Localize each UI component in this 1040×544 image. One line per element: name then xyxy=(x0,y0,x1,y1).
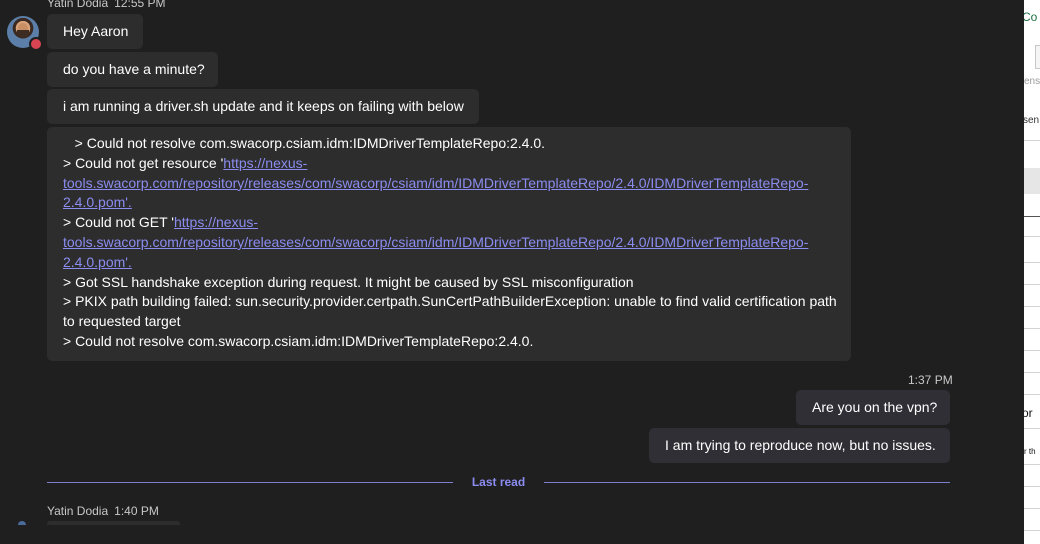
last-read-label: Last read xyxy=(471,475,526,489)
background-spreadsheet-window[interactable]: Co ens sen or r th xyxy=(1024,0,1040,544)
log-text: > Could not GET ' xyxy=(63,214,174,231)
message-bubble-partial[interactable] xyxy=(47,521,180,525)
nexus-link[interactable]: https://nexus- xyxy=(174,214,258,230)
log-line: to requested target xyxy=(63,313,181,330)
log-text: > Could not get resource ' xyxy=(63,154,224,171)
log-line: 2.4.0.pom'. xyxy=(63,253,835,273)
log-line: > PKIX path building failed: sun.securit… xyxy=(63,293,837,310)
nexus-link[interactable]: 2.4.0.pom'. xyxy=(63,194,132,210)
log-line: > Could not resolve com.swacorp.csiam.id… xyxy=(63,332,534,349)
message-timestamp: 1:40 PM xyxy=(114,504,159,518)
message-group-header: Yatin Dodia 12:55 PM xyxy=(47,0,166,10)
presence-busy-icon xyxy=(29,37,43,51)
sender-name: Yatin Dodia xyxy=(47,504,109,518)
grid-line xyxy=(1024,508,1040,509)
message-text: I am trying to reproduce now, but no iss… xyxy=(665,437,936,453)
nexus-link[interactable]: https://nexus- xyxy=(223,155,307,171)
grid-line xyxy=(1024,236,1040,237)
nexus-link[interactable]: 2.4.0.pom'. xyxy=(63,254,132,270)
message-text: do you have a minute? xyxy=(63,61,205,77)
message-bubble[interactable]: do you have a minute? xyxy=(47,52,218,87)
chat-pane: Yatin Dodia 12:55 PM Hey Aaron do you hav… xyxy=(0,0,1024,544)
message-text: i am running a driver.sh update and it k… xyxy=(63,98,464,114)
my-message-bubble[interactable]: I am trying to reproduce now, but no iss… xyxy=(649,428,950,463)
grid-line xyxy=(1024,428,1040,429)
spreadsheet-text: Co xyxy=(1024,10,1038,24)
last-read-divider: Last read xyxy=(47,475,950,489)
sender-name: Yatin Dodia xyxy=(47,0,109,10)
nexus-link[interactable]: tools.swacorp.com/repository/releases/co… xyxy=(63,234,808,250)
divider-line-right xyxy=(544,482,950,483)
log-line: tools.swacorp.com/repository/releases/co… xyxy=(63,174,835,194)
avatar-beard xyxy=(17,30,29,38)
spreadsheet-text: sen xyxy=(1024,115,1040,126)
log-line: > Got SSL handshake exception during req… xyxy=(63,273,634,290)
message-group-header: Yatin Dodia 1:40 PM xyxy=(47,504,159,518)
grid-line xyxy=(1024,306,1040,307)
message-bubble[interactable]: Hey Aaron xyxy=(47,14,143,49)
log-line: > Could not get resource 'https://nexus- xyxy=(63,154,835,174)
grid-line xyxy=(1024,262,1040,263)
spreadsheet-control[interactable] xyxy=(1035,45,1040,69)
spreadsheet-text: or xyxy=(1024,406,1033,420)
message-text: Hey Aaron xyxy=(63,23,129,39)
spreadsheet-text: r th xyxy=(1024,447,1036,456)
grid-line xyxy=(1024,372,1040,373)
grid-line xyxy=(1024,350,1040,351)
spreadsheet-header-row xyxy=(1024,168,1040,194)
grid-line xyxy=(1024,328,1040,329)
log-line: > Could not resolve com.swacorp.csiam.id… xyxy=(63,135,546,151)
message-text: Are you on the vpn? xyxy=(812,399,938,415)
error-log-message[interactable]: > Could not resolve com.swacorp.csiam.id… xyxy=(47,127,851,361)
nexus-link[interactable]: tools.swacorp.com/repository/releases/co… xyxy=(63,175,808,191)
divider-line-left xyxy=(47,482,453,483)
grid-line xyxy=(1024,140,1040,141)
log-line: tools.swacorp.com/repository/releases/co… xyxy=(63,233,835,253)
grid-line xyxy=(1024,394,1040,395)
grid-line xyxy=(1024,530,1040,531)
log-line: > Could not GET 'https://nexus- xyxy=(63,213,835,233)
my-message-timestamp: 1:37 PM xyxy=(908,373,953,387)
grid-line xyxy=(1024,464,1040,465)
avatar-partial[interactable] xyxy=(18,521,26,525)
grid-line xyxy=(1024,284,1040,285)
message-bubble[interactable]: i am running a driver.sh update and it k… xyxy=(47,89,479,124)
spreadsheet-text: ens xyxy=(1024,76,1040,87)
message-timestamp: 12:55 PM xyxy=(114,0,166,10)
log-line: 2.4.0.pom'. xyxy=(63,193,835,213)
grid-line xyxy=(1024,216,1040,217)
my-message-bubble[interactable]: Are you on the vpn? xyxy=(796,390,950,425)
grid-line xyxy=(1024,486,1040,487)
